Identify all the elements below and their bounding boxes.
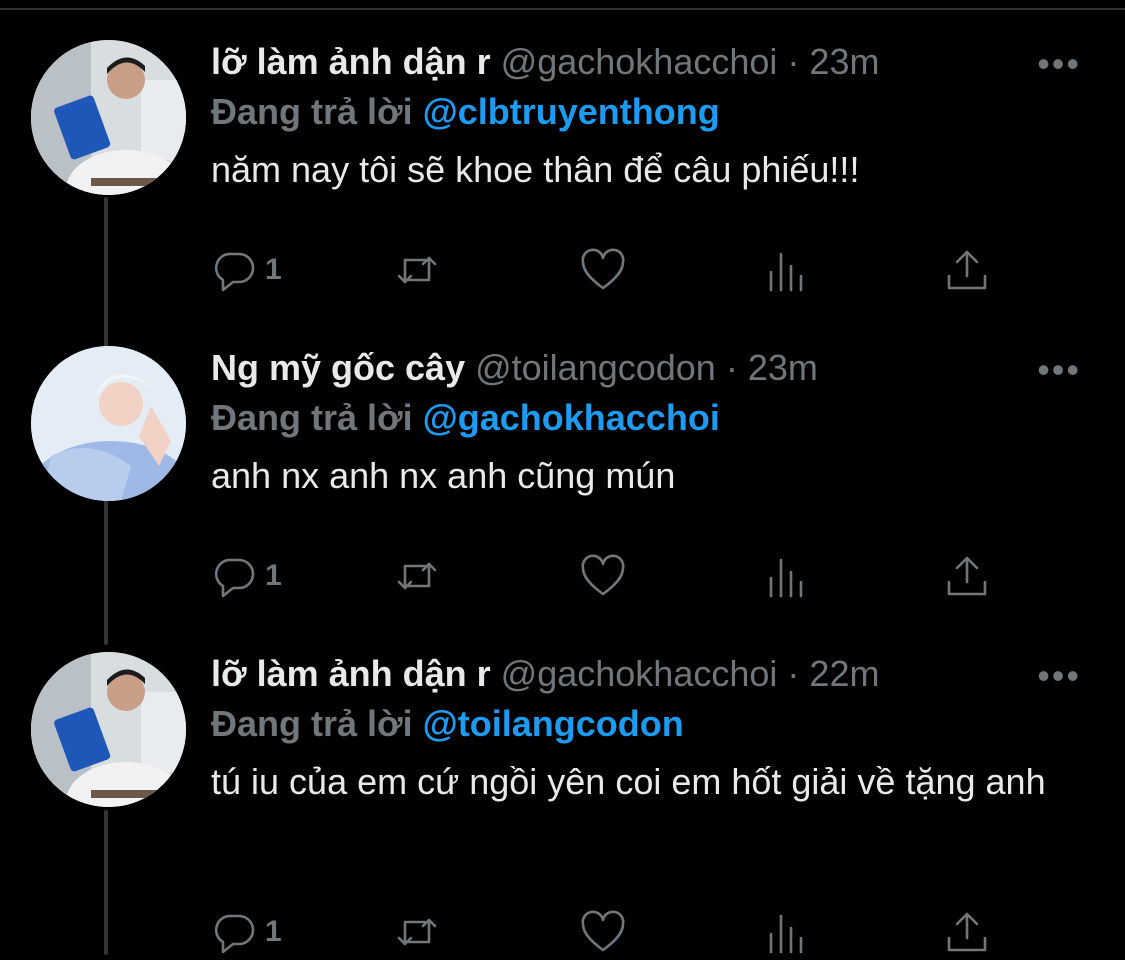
reply-count: 1 <box>265 915 282 948</box>
reply-icon <box>214 558 255 598</box>
more-options-icon[interactable]: ••• <box>1037 658 1081 694</box>
separator-dot: · <box>787 41 800 82</box>
analytics-icon <box>769 558 803 598</box>
reply-count: 1 <box>265 253 282 286</box>
like-icon <box>581 554 625 596</box>
analytics-icon <box>769 252 803 292</box>
analytics-icon <box>769 914 803 954</box>
tweet-text: anh nx anh nx anh cũng mún <box>211 455 676 496</box>
separator-dot: · <box>787 653 800 694</box>
tweet-time[interactable]: 23m <box>748 347 818 388</box>
user-handle[interactable]: @gachokhacchoi <box>501 41 778 82</box>
replying-to: Đang trả lời @gachokhacchoi <box>211 396 1091 440</box>
share-button[interactable] <box>943 548 991 604</box>
share-icon <box>947 250 987 290</box>
display-name[interactable]: lỡ làm ảnh dận r <box>211 41 491 82</box>
retweet-button[interactable] <box>393 242 441 298</box>
tweet-time[interactable]: 23m <box>809 41 879 82</box>
replying-to: Đang trả lời @clbtruyenthong <box>211 90 1091 134</box>
analytics-button[interactable] <box>763 548 811 604</box>
analytics-button[interactable] <box>763 904 811 960</box>
reply-prefix: Đang trả lời <box>211 91 413 132</box>
tweet-header: Ng mỹ gốc cây @toilangcodon · 23m <box>211 346 1091 390</box>
like-button[interactable] <box>579 548 627 604</box>
retweet-button[interactable] <box>393 548 441 604</box>
retweet-button[interactable] <box>393 904 441 960</box>
reply-to-mention[interactable]: @gachokhacchoi <box>423 397 720 438</box>
tweet-text: năm nay tôi sẽ khoe thân để câu phiếu!!! <box>211 149 860 190</box>
share-button[interactable] <box>943 904 991 960</box>
tweet-header: lỡ làm ảnh dận r @gachokhacchoi · 23m <box>211 40 1091 84</box>
reply-icon <box>214 914 255 954</box>
thread-connector <box>104 810 108 955</box>
like-button[interactable] <box>579 242 627 298</box>
reply-button[interactable]: 1 <box>211 904 282 960</box>
tweet-text: tú iu của em cứ ngồi yên coi em hốt giải… <box>211 761 1046 802</box>
analytics-button[interactable] <box>763 242 811 298</box>
share-icon <box>947 556 987 596</box>
like-icon <box>581 248 625 290</box>
tweet-time[interactable]: 22m <box>809 653 879 694</box>
like-icon <box>581 910 625 952</box>
retweet-icon <box>397 918 437 946</box>
user-avatar[interactable] <box>31 346 186 501</box>
reply-prefix: Đang trả lời <box>211 397 413 438</box>
user-handle[interactable]: @toilangcodon <box>475 347 716 388</box>
replying-to: Đang trả lời @toilangcodon <box>211 702 1091 746</box>
user-handle[interactable]: @gachokhacchoi <box>501 653 778 694</box>
reply-count: 1 <box>265 559 282 592</box>
top-divider <box>0 0 1125 10</box>
share-icon <box>947 912 987 952</box>
tweet-actions: 1 <box>211 242 1001 298</box>
user-avatar[interactable] <box>31 40 186 195</box>
tweet-actions: 1 <box>211 548 1001 604</box>
more-options-icon[interactable]: ••• <box>1037 46 1081 82</box>
retweet-icon <box>397 256 437 284</box>
reply-button[interactable]: 1 <box>211 242 282 298</box>
user-avatar[interactable] <box>31 652 186 807</box>
separator-dot: · <box>725 347 738 388</box>
display-name[interactable]: Ng mỹ gốc cây <box>211 347 465 388</box>
retweet-icon <box>397 562 437 590</box>
tweet-header: lỡ làm ảnh dận r @gachokhacchoi · 22m <box>211 652 1091 696</box>
display-name[interactable]: lỡ làm ảnh dận r <box>211 653 491 694</box>
tweet-actions: 1 <box>211 904 1001 960</box>
avatar-photo-icon <box>31 40 186 195</box>
share-button[interactable] <box>943 242 991 298</box>
reply-to-mention[interactable]: @toilangcodon <box>423 703 684 744</box>
reply-to-mention[interactable]: @clbtruyenthong <box>423 91 720 132</box>
more-options-icon[interactable]: ••• <box>1037 352 1081 388</box>
reply-icon <box>214 252 255 292</box>
like-button[interactable] <box>579 904 627 960</box>
reply-prefix: Đang trả lời <box>211 703 413 744</box>
avatar-photo-icon <box>31 652 186 807</box>
reply-button[interactable]: 1 <box>211 548 282 604</box>
avatar-photo-icon <box>31 346 186 501</box>
